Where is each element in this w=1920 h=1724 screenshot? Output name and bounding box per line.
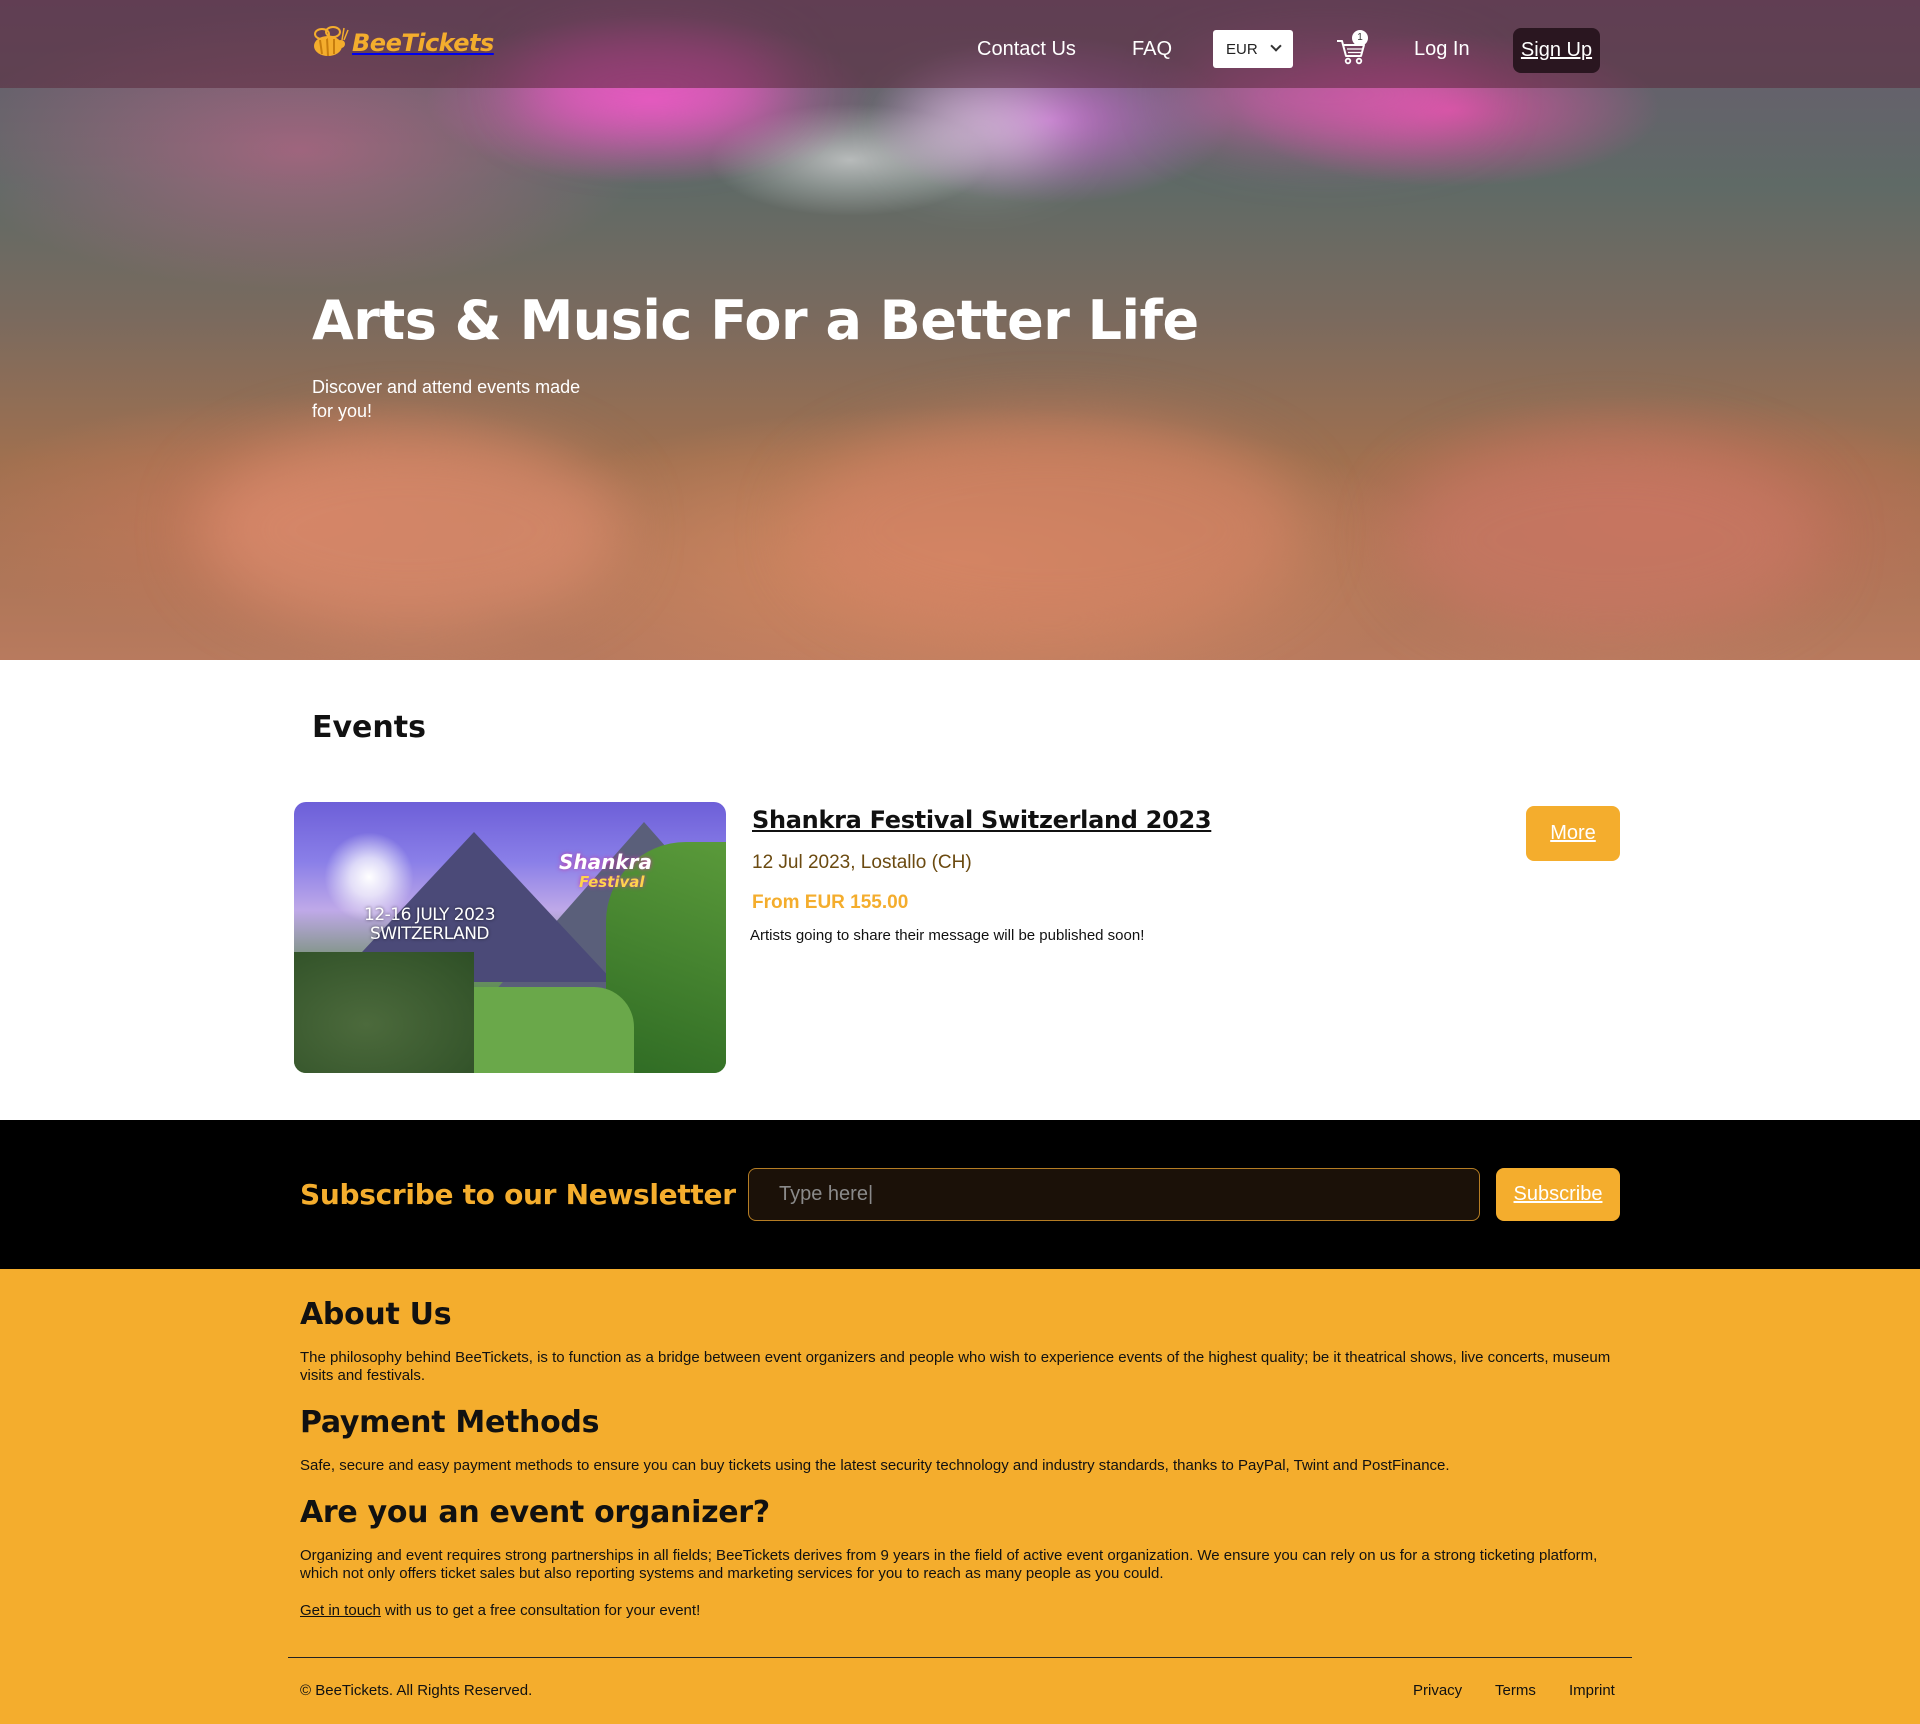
get-in-touch-link[interactable]: Get in touch bbox=[300, 1602, 381, 1619]
contact-cta: Get in touch with us to get a free consu… bbox=[300, 1602, 1620, 1620]
organizer-heading: Are you an event organizer? bbox=[300, 1495, 770, 1530]
copyright-text: © BeeTickets. All Rights Reserved. bbox=[300, 1682, 533, 1699]
imprint-link[interactable]: Imprint bbox=[1569, 1682, 1615, 1699]
contact-cta-text: with us to get a free consultation for y… bbox=[380, 1602, 701, 1619]
hero-crowd-blur bbox=[200, 430, 620, 630]
payment-text: Safe, secure and easy payment methods to… bbox=[300, 1457, 1450, 1474]
currency-select[interactable]: EUR bbox=[1213, 30, 1293, 68]
newsletter-email-input[interactable] bbox=[748, 1168, 1480, 1221]
image-country-line: SWITZERLAND bbox=[370, 924, 490, 944]
terms-link[interactable]: Terms bbox=[1495, 1682, 1536, 1699]
newsletter-section: Subscribe to our Newsletter Subscribe bbox=[0, 1120, 1920, 1269]
about-heading: About Us bbox=[300, 1297, 452, 1332]
payment-heading: Payment Methods bbox=[300, 1405, 600, 1440]
login-link[interactable]: Log In bbox=[1414, 36, 1470, 62]
event-title[interactable]: Shankra Festival Switzerland 2023 bbox=[752, 806, 1212, 834]
organizer-text: Organizing and event requires strong par… bbox=[300, 1547, 1598, 1582]
top-navigation: BeeTickets Contact Us FAQ EUR 1 Log In S… bbox=[0, 0, 1920, 88]
hero-light-glow bbox=[900, 90, 1060, 170]
event-more-button[interactable]: More bbox=[1526, 806, 1620, 861]
hero-crowd-blur bbox=[1400, 440, 1820, 640]
newsletter-title: Subscribe to our Newsletter bbox=[300, 1178, 736, 1211]
privacy-link[interactable]: Privacy bbox=[1413, 1682, 1462, 1699]
about-text: The philosophy behind BeeTickets, is to … bbox=[300, 1349, 1611, 1384]
currency-value: EUR bbox=[1226, 40, 1258, 58]
subscribe-button[interactable]: Subscribe bbox=[1496, 1168, 1620, 1221]
events-heading: Events bbox=[312, 710, 426, 745]
hero-crowd-blur bbox=[800, 420, 1300, 640]
hero-title: Arts & Music For a Better Life bbox=[312, 289, 1199, 352]
brand-name: BeeTickets bbox=[352, 29, 494, 57]
footer-divider bbox=[288, 1657, 1632, 1658]
footer: About Us The philosophy behind BeeTicket… bbox=[0, 1269, 1920, 1724]
nav-faq-link[interactable]: FAQ bbox=[1132, 36, 1172, 62]
festival-logo-sub: Festival bbox=[579, 873, 645, 891]
bee-icon bbox=[314, 26, 349, 57]
image-date-text: 12-16 JULY 2023 SWITZERLAND bbox=[364, 905, 496, 944]
signup-button[interactable]: Sign Up bbox=[1513, 28, 1600, 73]
image-date-line: 12-16 JULY 2023 bbox=[364, 905, 496, 925]
chevron-down-icon bbox=[1270, 40, 1282, 52]
event-date-location: 12 Jul 2023, Lostallo (CH) bbox=[752, 852, 972, 873]
event-description: Artists going to share their message wil… bbox=[750, 927, 1145, 944]
festival-logo-name: Shankra bbox=[559, 850, 653, 874]
image-forest bbox=[294, 952, 474, 1073]
hero-subtitle: Discover and attend events made for you! bbox=[312, 377, 581, 421]
hero-banner: Arts & Music For a Better Life Discover … bbox=[0, 0, 1920, 660]
cart-count-badge: 1 bbox=[1352, 30, 1368, 46]
festival-logo: Shankra Festival bbox=[559, 852, 652, 892]
hero-content: Arts & Music For a Better Life Discover … bbox=[312, 285, 1199, 423]
nav-contact-link[interactable]: Contact Us bbox=[977, 36, 1076, 62]
brand-logo[interactable]: BeeTickets bbox=[304, 14, 494, 72]
event-image[interactable]: 12-16 JULY 2023 SWITZERLAND Shankra Fest… bbox=[294, 802, 726, 1073]
event-price: From EUR 155.00 bbox=[752, 892, 909, 913]
